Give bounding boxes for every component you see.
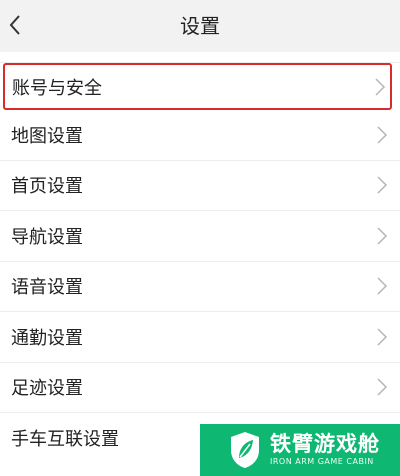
settings-item-account-security[interactable]: 账号与安全 [3, 63, 392, 110]
settings-item-label: 导航设置 [11, 226, 83, 248]
settings-item-label: 语音设置 [11, 277, 83, 299]
settings-item-label: 地图设置 [11, 125, 83, 147]
chevron-right-icon [377, 176, 388, 194]
settings-item-home[interactable]: 首页设置 [0, 161, 400, 211]
settings-list: 账号与安全 地图设置 首页设置 导航设置 语音设置 通勤设置 足迹设置 手车互联… [0, 62, 400, 464]
watermark-logo: 铁臂游戏舱 IRON ARM GAME CABIN [200, 424, 400, 476]
page-title: 设置 [180, 14, 220, 38]
settings-item-footprint[interactable]: 足迹设置 [0, 363, 400, 413]
settings-item-label: 足迹设置 [11, 378, 83, 400]
settings-item-label: 账号与安全 [12, 77, 102, 99]
settings-item-commute[interactable]: 通勤设置 [0, 312, 400, 363]
chevron-right-icon [377, 126, 388, 144]
watermark-name-cn: 铁臂游戏舱 [270, 432, 380, 456]
settings-item-map[interactable]: 地图设置 [0, 110, 400, 161]
shield-leaf-icon [231, 432, 259, 468]
watermark-name-en: IRON ARM GAME CABIN [270, 457, 374, 466]
settings-item-label: 通勤设置 [11, 327, 83, 349]
settings-item-navigation[interactable]: 导航设置 [0, 211, 400, 262]
chevron-right-icon [377, 277, 388, 295]
settings-item-label: 首页设置 [11, 176, 83, 198]
chevron-right-icon [377, 227, 388, 245]
settings-item-voice[interactable]: 语音设置 [0, 262, 400, 312]
chevron-right-icon [377, 378, 388, 396]
top-bar: 设置 [0, 0, 400, 52]
settings-item-label: 手车互联设置 [11, 429, 119, 451]
chevron-right-icon [375, 77, 386, 96]
chevron-right-icon [377, 328, 388, 346]
